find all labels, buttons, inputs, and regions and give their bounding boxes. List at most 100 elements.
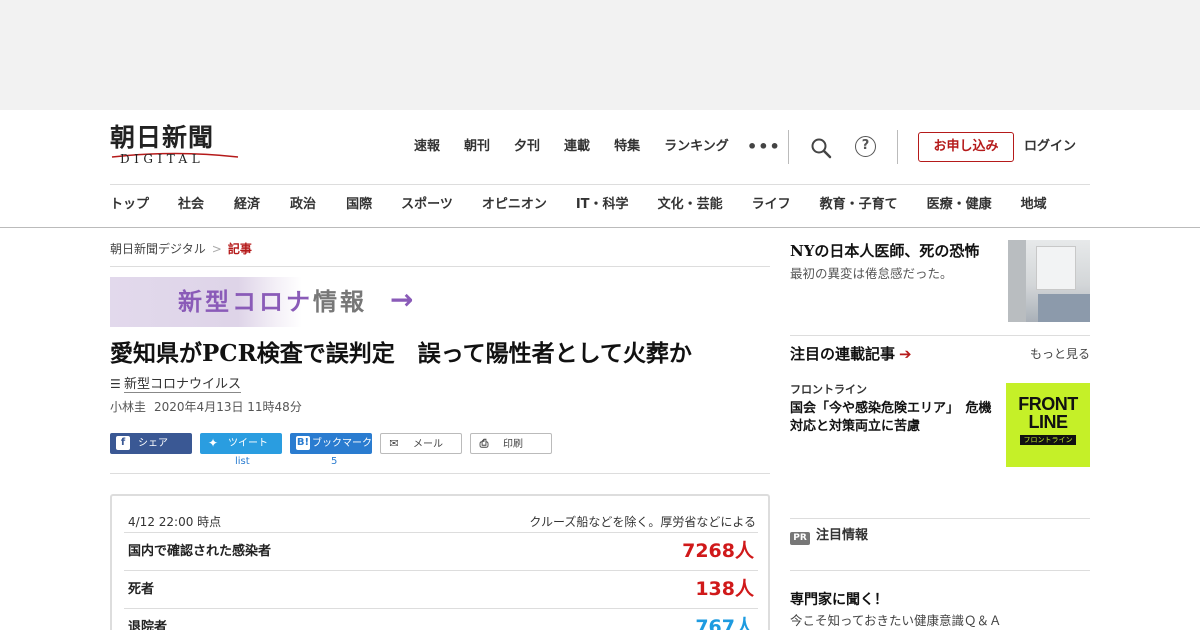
series-article[interactable]: フロントライン 国会「今や感染危険エリア」 危機対応と対策両立に苦慮 FRONT… — [790, 383, 1090, 467]
subscribe-button[interactable]: お申し込み — [918, 132, 1014, 162]
breadcrumb: 朝日新聞デジタル > 記事 — [110, 241, 252, 257]
stat-label: 退院者 — [128, 620, 168, 630]
series-section-header: 注目の連載記事 ➔ もっと見る — [790, 344, 1090, 364]
frontline-logo-caption: フロントライン — [1020, 435, 1076, 445]
hatena-count[interactable]: 5 — [331, 456, 337, 468]
site-header: 朝日新聞 DIGITAL 速報 朝刊 夕刊 連載 特集 ランキング ••• ? … — [0, 110, 1200, 228]
sidebar-lead-article[interactable]: NYの日本人医師、死の恐怖 最初の異変は倦怠感だった。 — [790, 240, 1090, 322]
lead-title: NYの日本人医師、死の恐怖 — [790, 242, 980, 260]
mail-icon: ✉ — [389, 437, 399, 450]
author-name: 小林圭 — [110, 400, 147, 414]
category-society[interactable]: 社会 — [178, 196, 204, 214]
stat-row-discharged: 退院者 767人 — [124, 608, 758, 630]
printer-icon: ⎙ — [479, 437, 489, 450]
hatena-bookmark-button[interactable]: B! ブックマーク — [290, 433, 372, 454]
banner-text-colored: 新型コロナ — [178, 288, 313, 316]
category-culture[interactable]: 文化・芸能 — [658, 196, 723, 214]
frontline-logo: FRONT LINE フロントライン — [1006, 383, 1090, 467]
arrow-right-icon: → — [390, 283, 414, 316]
stats-source-note: クルーズ船などを除く。厚労省などによる — [529, 515, 756, 529]
article-headline: 愛知県がPCR検査で誤判定 誤って陽性者として火葬か — [110, 340, 692, 367]
category-life[interactable]: ライフ — [752, 196, 791, 214]
corona-info-banner[interactable]: 新型コロナ情報 → — [110, 277, 430, 327]
print-button[interactable]: ⎙ 印刷 — [470, 433, 552, 454]
stat-row-deaths: 死者 138人 — [124, 570, 758, 608]
category-it-science[interactable]: IT・科学 — [576, 196, 629, 214]
stat-row-confirmed: 国内で確認された感染者 7268人 — [124, 532, 758, 570]
see-more-link[interactable]: もっと見る — [1030, 346, 1090, 362]
publish-date: 2020年4月13日 11時48分 — [154, 400, 302, 414]
pr-section-title: 注目情報 — [816, 528, 869, 543]
frontline-logo-word: LINE — [1028, 412, 1068, 432]
logo-subtitle: DIGITAL — [120, 152, 205, 166]
pr-section-header: PR 注目情報 — [790, 528, 868, 545]
stat-label: 死者 — [128, 582, 155, 597]
hatena-icon: B! — [296, 436, 310, 450]
category-region[interactable]: 地域 — [1021, 196, 1047, 214]
topnav-sokuho[interactable]: 速報 — [414, 138, 440, 156]
topnav-tokushu[interactable]: 特集 — [614, 138, 640, 156]
arrow-right-icon: ➔ — [899, 345, 912, 363]
category-economy[interactable]: 経済 — [234, 196, 260, 214]
category-health[interactable]: 医療・健康 — [927, 196, 992, 214]
lead-thumbnail — [1008, 240, 1090, 322]
site-logo[interactable]: 朝日新聞 DIGITAL — [110, 124, 242, 170]
stat-value: 138人 — [695, 578, 754, 600]
category-international[interactable]: 国際 — [346, 196, 372, 214]
header-divider — [788, 130, 789, 164]
byline: 小林圭 2020年4月13日 11時48分 — [110, 399, 302, 415]
breadcrumb-home[interactable]: 朝日新聞デジタル — [110, 242, 206, 256]
series-article-title: 国会「今や感染危険エリア」 危機対応と対策両立に苦慮 — [790, 401, 992, 434]
search-icon[interactable] — [810, 137, 832, 159]
topnav-choukan[interactable]: 朝刊 — [464, 138, 490, 156]
topnav-ranking[interactable]: ランキング — [664, 138, 729, 156]
facebook-icon: f — [116, 436, 130, 450]
topnav-yukan[interactable]: 夕刊 — [514, 138, 540, 156]
facebook-share-button[interactable]: f シェア — [110, 433, 192, 454]
ad-banner-area — [0, 0, 1200, 110]
top-nav: 速報 朝刊 夕刊 連載 特集 ランキング — [414, 138, 753, 156]
divider — [790, 335, 1090, 336]
stat-value: 7268人 — [682, 540, 754, 562]
category-opinion[interactable]: オピニオン — [482, 196, 547, 214]
category-top[interactable]: トップ — [110, 196, 149, 214]
banner-text-gray: 情報 — [313, 288, 367, 316]
frontline-logo-inner: FRONT LINE フロントライン — [1014, 395, 1082, 455]
header-rule — [110, 184, 1090, 185]
pr-icon: PR — [790, 532, 810, 545]
stat-label: 国内で確認された感染者 — [128, 544, 272, 559]
list-icon: ☰ — [110, 377, 121, 391]
topic-tag[interactable]: ☰ 新型コロナウイルス — [110, 376, 242, 393]
thumbnail-wall — [1008, 240, 1026, 322]
category-politics[interactable]: 政治 — [290, 196, 316, 214]
logo-wordmark: 朝日新聞 — [110, 123, 215, 152]
stats-header: 4/12 22:00 時点 クルーズ船などを除く。厚労省などによる — [128, 514, 756, 530]
login-button[interactable]: ログイン — [1024, 138, 1076, 156]
covid-stats-panel: 4/12 22:00 時点 クルーズ船などを除く。厚労省などによる 国内で確認さ… — [110, 494, 770, 630]
promo-subtitle[interactable]: 今こそ知っておきたい健康意識Ｑ＆Ａ — [790, 613, 1002, 629]
thumbnail-window — [1036, 246, 1076, 290]
category-sports[interactable]: スポーツ — [401, 196, 453, 214]
stat-value: 767人 — [695, 616, 754, 630]
divider — [790, 518, 1090, 519]
topic-label: 新型コロナウイルス — [124, 377, 242, 393]
twitter-share-button[interactable]: ✦ ツイート — [200, 433, 282, 454]
twitter-count[interactable]: list — [235, 456, 250, 468]
hatena-share-label: ブックマーク — [312, 438, 372, 449]
category-education[interactable]: 教育・子育て — [820, 196, 898, 214]
divider — [110, 473, 770, 474]
mail-share-button[interactable]: ✉ メール — [380, 433, 462, 454]
twitter-share-label: ツイート — [228, 438, 268, 449]
promo-title[interactable]: 専門家に聞く！ — [790, 591, 888, 609]
category-nav: トップ 社会 経済 政治 国際 スポーツ オピニオン IT・科学 文化・芸能 ラ… — [110, 196, 1047, 214]
more-menu-icon[interactable]: ••• — [747, 137, 781, 156]
print-label: 印刷 — [503, 439, 523, 450]
series-category: フロントライン — [790, 383, 867, 396]
help-icon[interactable]: ? — [855, 136, 876, 157]
breadcrumb-separator: > — [211, 242, 222, 256]
stats-timestamp: 4/12 22:00 時点 — [128, 515, 222, 529]
breadcrumb-current: 記事 — [227, 242, 252, 256]
topnav-rensai[interactable]: 連載 — [564, 138, 590, 156]
series-section-title[interactable]: 注目の連載記事 — [790, 345, 895, 363]
mail-share-label: メール — [413, 439, 443, 450]
